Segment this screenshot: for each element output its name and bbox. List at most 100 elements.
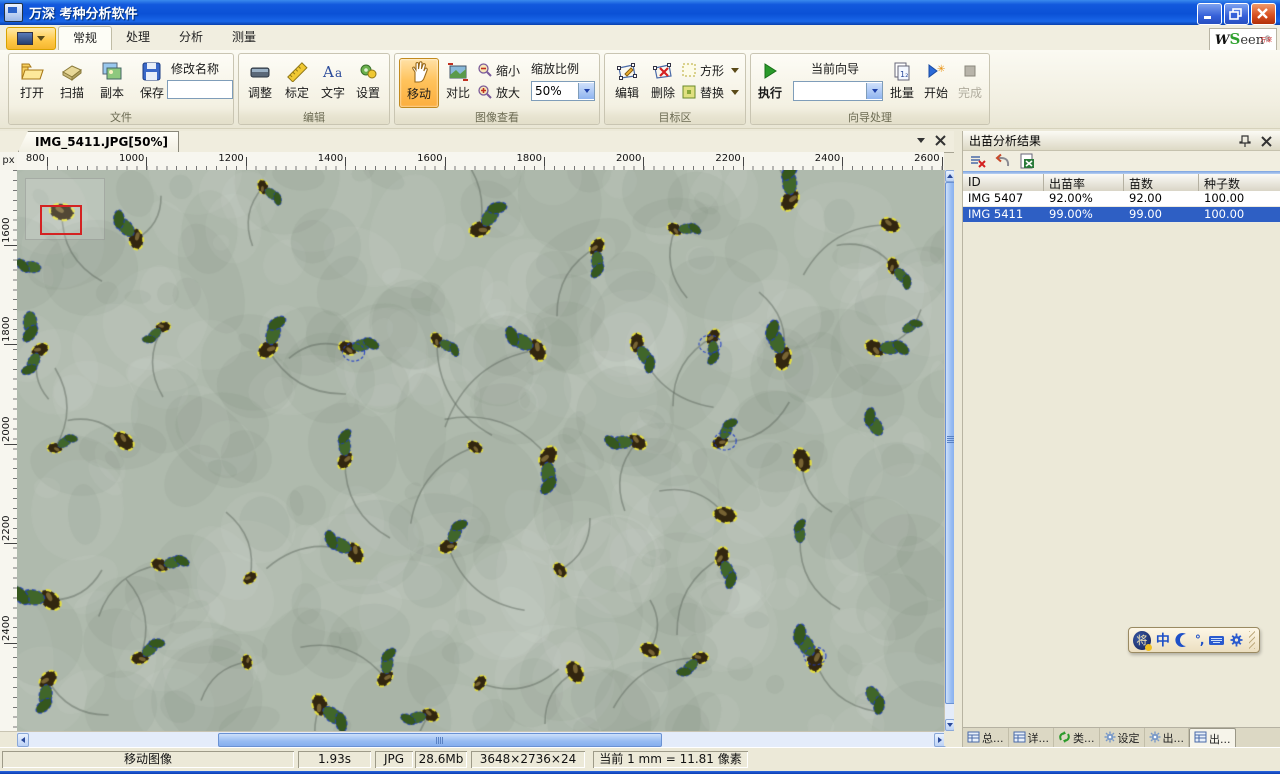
save-button[interactable]: 保存 [133, 58, 171, 106]
status-format: JPG [375, 751, 413, 768]
duplicate-button[interactable]: 副本 [93, 58, 131, 106]
app-menu-button[interactable] [6, 27, 56, 50]
results-rows: IMG 540792.00%92.00100.00IMG 541199.00%9… [963, 191, 1280, 223]
gear-icon [1104, 731, 1116, 746]
panel-tab-label: 详... [1028, 730, 1050, 746]
settings-icon [356, 58, 380, 84]
calibrate-button[interactable]: 标定 [278, 58, 316, 106]
chevron-down-icon[interactable] [731, 68, 739, 73]
tab-analyze[interactable]: 分析 [165, 26, 217, 49]
document-tab-bar: IMG_5411.JPG[50%] [0, 131, 954, 153]
tab-list-dropdown-icon[interactable] [917, 138, 925, 143]
ribbon: 打开 扫描 副本 保存 修改名称 文件 调整 标定 Aa [0, 50, 1280, 129]
h-ruler: 800100012001400160018002000220024002600 [17, 152, 944, 171]
column-header[interactable]: 种子数 [1199, 174, 1280, 191]
ime-settings-gear-icon[interactable] [1229, 632, 1244, 648]
combo-dropdown-icon[interactable] [866, 83, 882, 99]
open-button[interactable]: 打开 [13, 58, 51, 106]
delete-rows-icon[interactable] [969, 153, 985, 169]
table-row[interactable]: IMG 541199.00%99.00100.00 [963, 207, 1280, 223]
panel-tab-0[interactable]: 总... [963, 728, 1009, 748]
horizontal-scroll-thumb[interactable] [218, 733, 662, 747]
zoom-out-button[interactable]: 缩小 [477, 60, 520, 80]
refresh-icon [1058, 731, 1071, 746]
panel-tab-2[interactable]: 类... [1054, 728, 1100, 748]
panel-splitter[interactable] [954, 131, 962, 747]
group-view: 移动 对比 缩小 放大 缩放比例 50% 图像查看 [394, 53, 600, 125]
scroll-left-icon[interactable] [17, 733, 29, 747]
h-ruler-label: 1800 [498, 153, 542, 164]
close-button[interactable] [1251, 3, 1276, 25]
dotted-square-icon [681, 62, 697, 78]
target-delete-button[interactable]: 删除 [644, 58, 682, 106]
ribbon-tab-row: 常规 处理 分析 测量 WSeen®万深 [0, 25, 1280, 51]
zoom-ratio-select[interactable]: 50% [531, 81, 595, 101]
brand-logo: WSeen®万深 [1209, 28, 1277, 51]
finish-button[interactable]: 完成 [953, 58, 987, 106]
table-cell: 100.00 [1199, 207, 1280, 222]
ime-language-icon[interactable]: 中 [1156, 630, 1170, 650]
tab-general[interactable]: 常规 [58, 26, 112, 50]
tab-process[interactable]: 处理 [112, 26, 164, 49]
adjust-button[interactable]: 调整 [241, 58, 279, 106]
h-ruler-label: 2200 [697, 153, 741, 164]
panel-bottom-tabs: 总... 详...类... 设定 出...出... [963, 727, 1280, 748]
text-button[interactable]: Aa 文字 [314, 58, 352, 106]
scan-button[interactable]: 扫描 [53, 58, 91, 106]
tab-measure[interactable]: 测量 [218, 26, 270, 49]
move-button[interactable]: 移动 [399, 58, 439, 108]
undo-icon[interactable] [994, 153, 1010, 169]
export-excel-icon[interactable] [1019, 153, 1035, 169]
chevron-down-icon[interactable] [731, 90, 739, 95]
chevron-down-icon [37, 36, 45, 41]
batch-button[interactable]: 1₂ 批量 [885, 58, 919, 106]
column-header[interactable]: ID [963, 174, 1044, 191]
ime-logo-icon[interactable]: 将 [1133, 631, 1151, 650]
group-wizard: 执行 当前向导 1₂ 批量 ✳ 开始 完成 向导处理 [750, 53, 990, 125]
status-scale: 当前 1 mm = 11.81 像素 [593, 751, 748, 768]
ime-keyboard-icon[interactable] [1208, 632, 1224, 648]
combo-dropdown-icon[interactable] [578, 83, 594, 99]
replace-tool-button[interactable]: 替换 [681, 82, 739, 102]
h-ruler-label: 800 [17, 153, 45, 164]
horizontal-scrollbar[interactable] [17, 731, 944, 747]
group-wizard-label: 向导处理 [751, 109, 989, 124]
panel-tab-5[interactable]: 出... [1189, 728, 1236, 748]
run-button[interactable]: 执行 [753, 58, 787, 106]
settings-button[interactable]: 设置 [349, 58, 387, 106]
target-edit-button[interactable]: 编辑 [608, 58, 646, 106]
column-header[interactable]: 苗数 [1124, 174, 1199, 191]
text-aa-icon: Aa [320, 58, 346, 84]
current-wizard-select[interactable] [793, 81, 883, 101]
ruler-icon [285, 58, 309, 84]
table-icon [1194, 731, 1207, 746]
document-tab[interactable]: IMG_5411.JPG[50%] [18, 131, 179, 152]
app-menu-icon [17, 32, 33, 45]
ruler-corner-bottom [0, 731, 17, 747]
restore-button[interactable] [1224, 3, 1249, 25]
ime-punctuation-icon[interactable]: °, [1195, 633, 1204, 647]
start-button[interactable]: ✳ 开始 [919, 58, 953, 106]
panel-tab-1[interactable]: 详... [1009, 728, 1055, 748]
close-document-icon[interactable] [935, 135, 946, 146]
group-target-label: 目标区 [605, 109, 745, 124]
minimize-button[interactable] [1197, 3, 1222, 25]
column-header[interactable]: 出苗率 [1044, 174, 1124, 191]
panel-tab-label: 出... [1163, 730, 1185, 746]
rename-input[interactable] [167, 80, 233, 99]
square-tool-button[interactable]: 方形 [681, 60, 739, 80]
batch-pages-icon: 1₂ [892, 58, 912, 84]
ime-drag-grip[interactable] [1249, 631, 1255, 649]
table-row[interactable]: IMG 540792.00%92.00100.00 [963, 191, 1280, 207]
panel-tab-label: 设定 [1118, 730, 1140, 746]
contrast-button[interactable]: 对比 [439, 58, 477, 106]
panel-tab-4[interactable]: 出... [1145, 728, 1190, 748]
image-viewport[interactable] [17, 170, 944, 731]
zoom-in-button[interactable]: 放大 [477, 82, 520, 102]
ime-fullwidth-moon-icon[interactable] [1175, 632, 1190, 648]
status-dimensions: 3648×2736×24 [471, 751, 585, 768]
panel-tab-3[interactable]: 设定 [1100, 728, 1145, 748]
h-ruler-label: 1000 [100, 153, 144, 164]
photo-canvas [17, 170, 944, 731]
h-ruler-label: 1600 [399, 153, 443, 164]
